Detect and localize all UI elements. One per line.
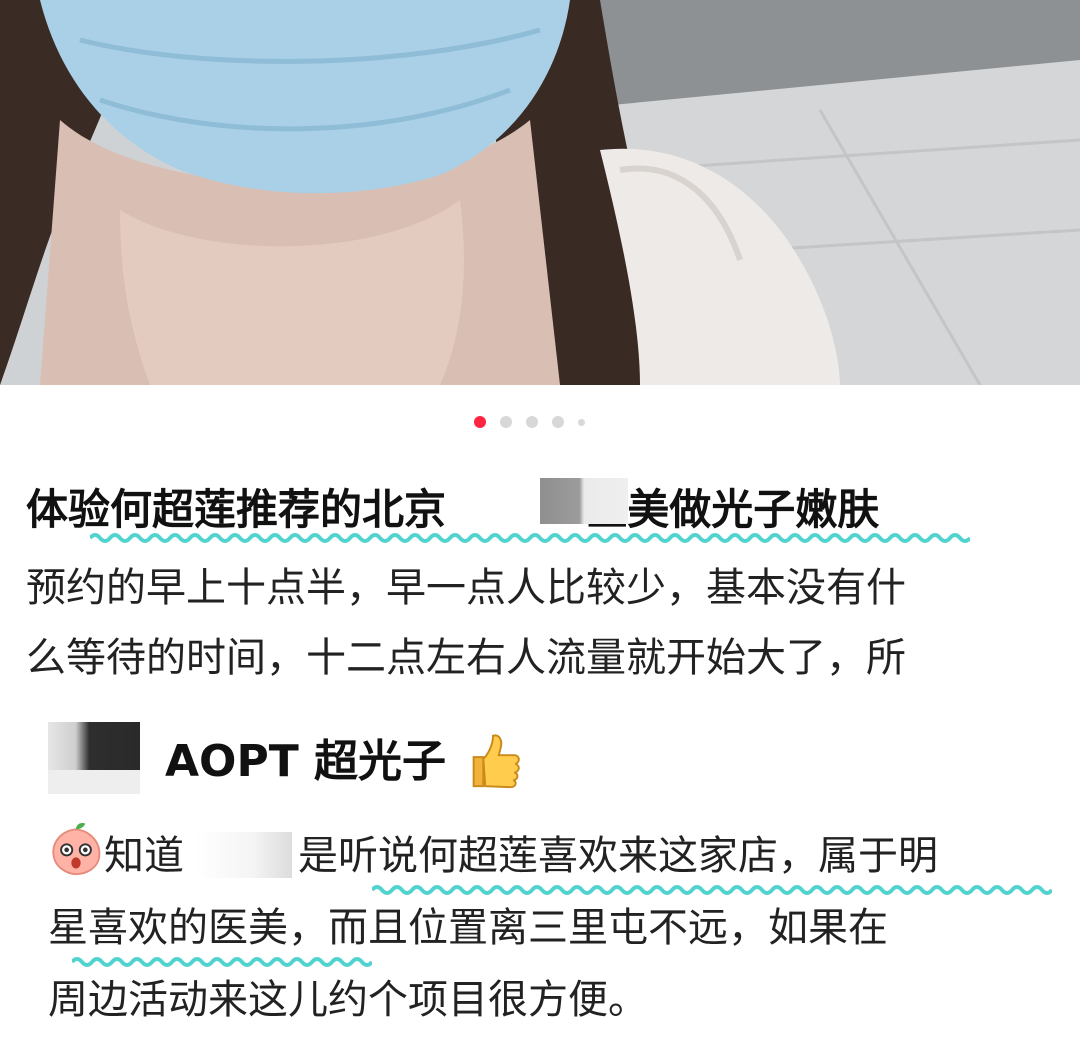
title-redaction: [540, 478, 628, 524]
paragraph-line-3: 周边活动来这儿约个项目很方便。: [48, 977, 648, 1023]
subhead-redaction-2: [48, 770, 140, 794]
body-line-1: 预约的早上十点半，早一点人比较少，基本没有什: [26, 565, 906, 611]
title-text-1: 体验何超莲推荐的北京: [26, 485, 447, 534]
carousel-dot-5[interactable]: [578, 418, 585, 426]
carousel-dot-2[interactable]: [500, 416, 512, 428]
title-wavy-underline: [90, 533, 970, 543]
carousel-dot-1[interactable]: [474, 416, 486, 428]
paragraph-wavy-underline-1: [372, 885, 1052, 895]
carousel-dot-3[interactable]: [526, 416, 538, 428]
carousel-indicator[interactable]: [474, 414, 599, 430]
paragraph-wavy-underline-2: [72, 957, 372, 967]
subhead-text: AOPT 超光子: [165, 736, 447, 787]
body-line-2: 么等待的时间，十二点左右人流量就开始大了，所: [26, 635, 906, 681]
paragraph-redaction: [196, 832, 292, 878]
peach-face-icon: [52, 823, 101, 876]
thumbs-up-icon: [472, 734, 520, 789]
post-detail: 体验何超莲推荐的北京 医美做光子嫩肤 预约的早上十点半，早一点人比较少，基本没有…: [0, 0, 1080, 1053]
title-text-2: 医美做光子嫩肤: [585, 485, 880, 534]
photo-illustration: [0, 0, 1080, 385]
carousel-dot-4[interactable]: [552, 416, 564, 428]
post-photo[interactable]: [0, 0, 1080, 385]
paragraph-line-2: 星喜欢的医美，而且位置离三里屯不远，如果在: [48, 905, 888, 951]
subhead-redaction: [48, 722, 140, 770]
paragraph-line-1-end: 是听说何超莲喜欢来这家店，属于明: [298, 833, 938, 879]
